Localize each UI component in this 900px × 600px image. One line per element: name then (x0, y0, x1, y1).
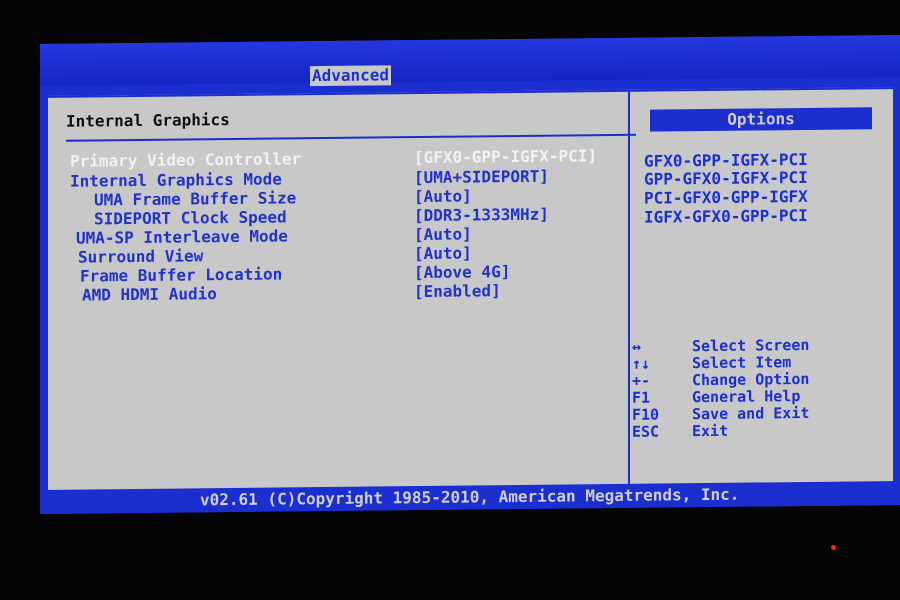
setting-label: UMA Frame Buffer Size (94, 188, 297, 210)
page-title: Internal Graphics (66, 110, 230, 131)
option-item[interactable]: IGFX-GFX0-GPP-PCI (644, 206, 808, 227)
setting-value[interactable]: [Auto] (414, 224, 472, 244)
setting-label: AMD HDMI Audio (82, 284, 217, 305)
option-item[interactable]: GPP-GFX0-IGFX-PCI (644, 168, 808, 189)
help-desc: Exit (692, 421, 729, 441)
options-header: Options (650, 107, 872, 132)
arrow-up-down-icon: ↑↓ (632, 354, 651, 373)
setting-label: UMA-SP Interleave Mode (76, 226, 288, 248)
help-row-exit: ESC Exit (632, 420, 886, 441)
settings-panel: Internal Graphics Primary Video Controll… (46, 87, 895, 496)
tab-bar: Advanced (40, 34, 900, 87)
main-pane: Internal Graphics Primary Video Controll… (48, 91, 636, 494)
plus-minus-icon: +- (632, 371, 651, 390)
help-key: ESC (632, 422, 660, 441)
setting-label: Frame Buffer Location (80, 264, 283, 286)
bios-screen: Advanced Internal Graphics Primary Video… (40, 34, 900, 514)
setting-value[interactable]: [Auto] (414, 243, 472, 263)
setting-value[interactable]: [GFX0-GPP-IGFX-PCI] (414, 146, 597, 167)
options-pane: Options GFX0-GPP-IGFX-PCI GPP-GFX0-IGFX-… (632, 89, 893, 488)
setting-value[interactable]: [DDR3-1333MHz] (414, 205, 549, 225)
copyright-text: v02.61 (C)Copyright 1985-2010, American … (200, 484, 740, 510)
setting-label: Surround View (78, 246, 204, 267)
setting-label: Primary Video Controller (70, 149, 302, 171)
setting-label: SIDEPORT Clock Speed (94, 207, 287, 229)
setting-value[interactable]: [Above 4G] (414, 262, 510, 282)
setting-value[interactable]: [Auto] (414, 186, 472, 206)
option-item[interactable]: PCI-GFX0-GPP-IGFX (644, 187, 808, 208)
help-key: F1 (632, 388, 651, 407)
title-divider (66, 133, 636, 142)
setting-value[interactable]: [Enabled] (414, 281, 501, 301)
tab-advanced[interactable]: Advanced (310, 65, 392, 87)
help-key: F10 (632, 405, 660, 424)
power-led-icon (831, 545, 836, 550)
setting-label: Internal Graphics Mode (70, 169, 282, 191)
setting-value[interactable]: [UMA+SIDEPORT] (414, 167, 549, 187)
arrow-left-right-icon: ↔ (632, 337, 642, 356)
